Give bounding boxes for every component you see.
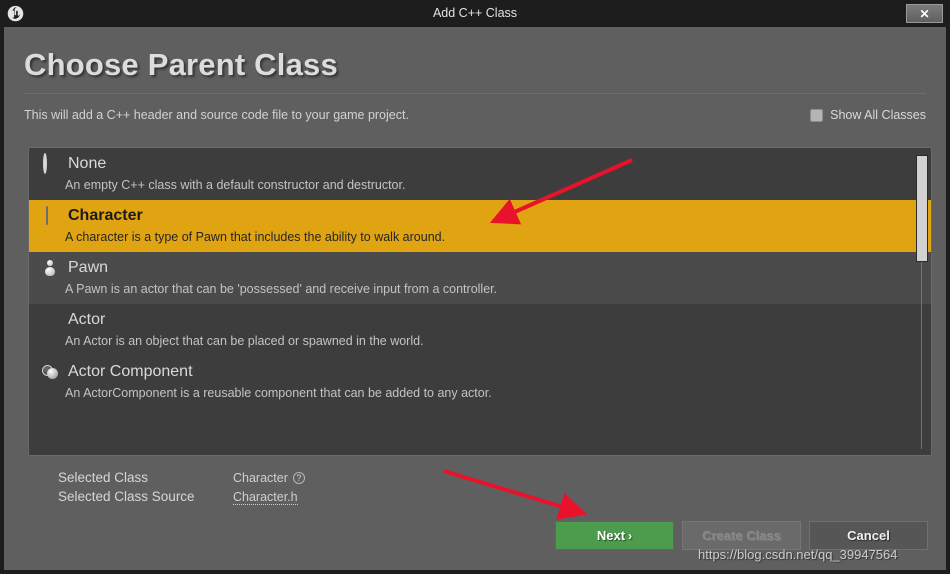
selected-class-row: Selected Class Character ? [58,470,305,489]
selected-class-source-row: Selected Class Source Character.h [58,489,305,508]
class-name: Actor [68,311,106,328]
class-description: A character is a type of Pawn that inclu… [65,230,446,244]
class-row-head: Pawn [29,259,931,277]
class-row-head: Actor [29,311,931,329]
class-description: An ActorComponent is a reusable componen… [65,386,492,400]
title-divider [24,93,926,94]
parent-class-list[interactable]: None An empty C++ class with a default co… [28,147,932,456]
class-row-head: Character [29,206,931,225]
selected-class-source-link[interactable]: Character.h [233,490,298,505]
next-button-label: Next [596,528,626,543]
class-description: An empty C++ class with a default constr… [65,178,406,192]
pawn-icon [41,259,59,277]
ring-icon [41,153,59,174]
show-all-classes-label: Show All Classes [830,108,926,122]
watermark: https://blog.csdn.net/qq_39947564 [698,547,898,562]
window-title: Add C++ Class [432,6,518,20]
selected-class-info: Selected Class Character ? Selected Clas… [58,470,305,508]
class-list-row-pawn[interactable]: Pawn A Pawn is an actor that can be 'poss… [29,252,931,304]
selected-class-value-group: Character ? [233,471,305,485]
class-list-row-actor-component[interactable]: Actor Component An ActorComponent is a re… [29,356,931,408]
page-title: Choose Parent Class [24,47,338,82]
selected-class-value: Character [233,471,288,485]
show-all-classes-toggle[interactable]: Show All Classes [810,108,926,122]
class-name: Actor Component [68,363,193,380]
class-row-head: Actor Component [29,363,931,381]
class-description: A Pawn is an actor that can be 'possesse… [65,282,498,296]
class-list-row-actor[interactable]: Actor An Actor is an object that can be p… [29,304,931,356]
class-name: Character [68,207,143,224]
parent-class-list-items: None An empty C++ class with a default co… [29,148,931,455]
sphere-icon [41,311,59,329]
class-list-row-none[interactable]: None An empty C++ class with a default co… [29,148,931,200]
selected-class-source-label: Selected Class Source [58,489,195,504]
title-bar: Add C++ Class ✕ [4,0,946,27]
scrollbar-thumb[interactable] [916,155,928,262]
subtitle-row: This will add a C++ header and source co… [24,108,926,122]
dialog-header: Choose Parent Class This will add a C++ … [4,27,946,122]
close-button[interactable]: ✕ [906,4,943,23]
dialog-button-bar: Next › Create Class Cancel [555,521,928,550]
component-icon [41,363,59,381]
capsule-icon [41,206,59,225]
chevron-right-icon: › [628,528,633,543]
class-row-head: None [29,153,931,174]
selected-class-label: Selected Class [58,470,149,485]
help-icon[interactable]: ? [292,472,305,484]
cancel-button[interactable]: Cancel [809,521,928,550]
scrollbar-track-line [921,260,922,449]
create-class-button: Create Class [682,521,801,550]
class-list-row-character[interactable]: Character A character is a type of Pawn t… [29,200,931,252]
next-button[interactable]: Next › [555,521,674,550]
class-name: None [68,155,107,172]
class-name: Pawn [68,259,109,276]
checkbox-icon[interactable] [810,108,824,122]
dialog-subtitle: This will add a C++ header and source co… [24,108,409,122]
add-cpp-class-dialog: Add C++ Class ✕ Choose Parent Class This… [0,0,950,574]
list-scrollbar[interactable] [916,150,928,453]
class-description: An Actor is an object that can be placed… [65,334,424,348]
arrow-to-next-button [443,469,588,520]
